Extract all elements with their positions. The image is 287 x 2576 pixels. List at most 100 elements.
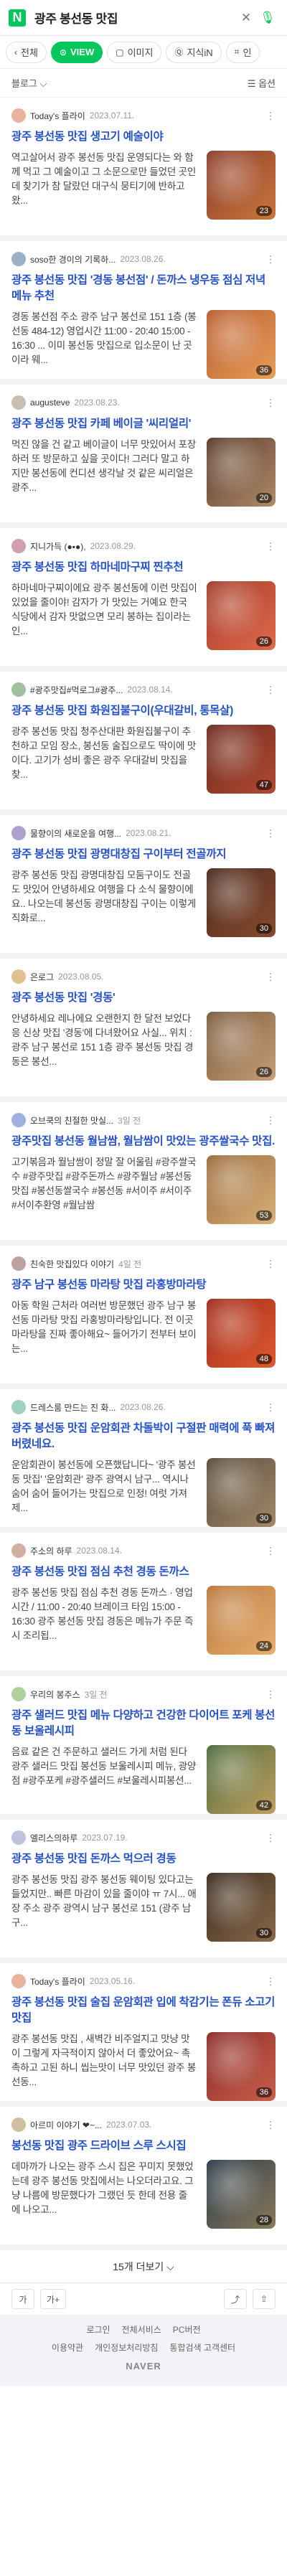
avatar[interactable] [11,1830,26,1845]
tab-1[interactable]: ⊙ VIEW [50,41,103,63]
search-input[interactable]: 광주 봉선동 맛집 [34,9,235,27]
more-options-icon[interactable]: ⋮ [265,827,276,840]
post-title[interactable]: 광주 봉선동 맛집 '경동' [11,990,276,1006]
post-thumbnail[interactable]: 20 [207,438,276,507]
avatar[interactable] [11,969,26,984]
clear-icon[interactable]: ✕ [235,7,257,29]
post-title[interactable]: 광주 봉선동 맛집 화원집불구이(우대갈비, 통목살) [11,703,276,719]
post-thumbnail[interactable]: 48 [207,1299,276,1368]
footer-link[interactable]: 통합검색 고객센터 [169,2341,235,2354]
post-author[interactable]: 엘리스의하루 [30,1832,77,1844]
more-options-icon[interactable]: ⋮ [265,1114,276,1127]
blog-post[interactable]: soso한 경이의 기록하... 2023.08.26. ⋮ 광주 봉선동 맛집 '경… [0,241,287,385]
tab-4[interactable]: ⌗ 인 [225,41,260,63]
font-small-button[interactable]: 가 [11,2289,34,2309]
post-thumbnail[interactable]: 26 [207,581,276,650]
blog-post[interactable]: augusteve 2023.08.23. ⋮ 광주 봉선동 맛집 카페 베이글 '씨… [0,385,287,528]
blog-post[interactable]: Today's 플라이 2023.05.16. ⋮ 광주 봉선동 맛집 술집 운암회관… [0,1963,287,2107]
more-options-icon[interactable]: ⋮ [265,1832,276,1844]
avatar[interactable] [11,2117,26,2132]
share-icon[interactable]: ⤴ [224,2289,247,2309]
post-title[interactable]: 광주 봉선동 맛집 하마네마구찌 찐추천 [11,560,276,575]
avatar[interactable] [11,1974,26,1988]
post-author[interactable]: Today's 플라이 [30,1975,85,1988]
blog-post[interactable]: 주소의 하루 2023.08.14. ⋮ 광주 봉선동 맛집 점심 추천 경동 돈까스… [0,1533,287,1676]
more-options-icon[interactable]: ⋮ [265,971,276,983]
blog-post[interactable]: 물향이의 새로운을 여행... 2023.08.21. ⋮ 광주 봉선동 맛집 광명대… [0,815,287,959]
post-author[interactable]: soso한 경이의 기록하... [30,253,116,265]
blog-post[interactable]: 엘리스의하루 2023.07.19. ⋮ 광주 봉선동 맛집 돈까스 먹으러 경동 광주… [0,1820,287,1963]
scroll-top-icon[interactable]: ⇧ [253,2289,276,2309]
post-title[interactable]: 광주 봉선동 맛집 운암회관 차돌박이 구절판 매력에 푹 빠져버렸네요. [11,1421,276,1452]
blog-post[interactable]: 우리의 봉주스 3일 전 ⋮ 광주 샐러드 맛집 메뉴 다양하고 건강한 다이어트 포… [0,1676,287,1820]
mic-icon[interactable]: 🎙 [257,7,278,29]
post-author[interactable]: 은로그 [30,971,54,983]
more-options-icon[interactable]: ⋮ [265,1401,276,1414]
avatar[interactable] [11,395,26,410]
post-author[interactable]: 친숙한 맛집있다 이야기 [30,1258,114,1270]
post-title[interactable]: 광주 봉선동 맛집 '경동 봉선점' / 돈까스 냉우동 점심 저녁 메뉴 추천 [11,273,276,304]
post-author[interactable]: 지니가득 (●▪●), [30,540,86,553]
post-thumbnail[interactable]: 36 [207,2032,276,2101]
more-options-icon[interactable]: ⋮ [265,684,276,696]
post-title[interactable]: 광주 봉선동 맛집 돈까스 먹으러 경동 [11,1851,276,1867]
post-author[interactable]: 우리의 봉주스 [30,1688,80,1701]
post-thumbnail[interactable]: 53 [207,1155,276,1224]
post-thumbnail[interactable]: 30 [207,868,276,937]
blog-post[interactable]: Today's 플라이 2023.07.11. ⋮ 광주 봉선동 맛집 생고기 예술이… [0,98,287,241]
avatar[interactable] [11,252,26,266]
post-title[interactable]: 봉선동 맛집 광주 드라이브 스루 스시집 [11,2138,276,2154]
avatar[interactable] [11,826,26,840]
more-options-icon[interactable]: ⋮ [265,1545,276,1557]
more-options-icon[interactable]: ⋮ [265,540,276,553]
more-options-icon[interactable]: ⋮ [265,1258,276,1270]
post-author[interactable]: 주소의 하루 [30,1545,72,1557]
more-options-icon[interactable]: ⋮ [265,397,276,409]
blog-post[interactable]: #광주맛집#먹로그#광주... 2023.08.14. ⋮ 광주 봉선동 맛집 화원집… [0,672,287,815]
footer-link[interactable]: 로그인 [86,2323,110,2336]
post-author[interactable]: 물향이의 새로운을 여행... [30,827,121,840]
footer-link[interactable]: 개인정보처리방침 [95,2341,158,2354]
post-thumbnail[interactable]: 24 [207,1586,276,1655]
post-title[interactable]: 광주 봉선동 맛집 카페 베이글 '씨리얼리' [11,416,276,432]
blog-post[interactable]: 아르미 이야기 ❤~... 2023.07.03. ⋮ 봉선동 맛집 광주 드라이브 … [0,2107,287,2250]
post-author[interactable]: Today's 플라이 [30,110,85,122]
post-thumbnail[interactable]: 30 [207,1458,276,1527]
post-author[interactable]: 드레스룸 만드는 진 화... [30,1401,116,1414]
avatar[interactable] [11,1400,26,1414]
font-large-button[interactable]: 가+ [40,2289,67,2309]
post-title[interactable]: 광주 봉선동 맛집 점심 추천 경동 돈까스 [11,1564,276,1580]
blog-post[interactable]: 은로그 2023.08.05. ⋮ 광주 봉선동 맛집 '경동' 안녕하세요 레나에요 … [0,959,287,1102]
blog-post[interactable]: 지니가득 (●▪●), 2023.08.29. ⋮ 광주 봉선동 맛집 하마네마구찌 … [0,528,287,672]
post-author[interactable]: augusteve [30,398,70,408]
footer-link[interactable]: 전체서비스 [122,2323,161,2336]
more-options-icon[interactable]: ⋮ [265,110,276,122]
tab-0[interactable]: ‹ 전체 [6,41,47,63]
more-options-icon[interactable]: ⋮ [265,2119,276,2131]
more-options-icon[interactable]: ⋮ [265,1688,276,1701]
post-thumbnail[interactable]: 23 [207,151,276,220]
avatar[interactable] [11,539,26,553]
blog-post[interactable]: 드레스룸 만드는 진 화... 2023.08.26. ⋮ 광주 봉선동 맛집 운암회… [0,1389,287,1533]
avatar[interactable] [11,1543,26,1558]
post-thumbnail[interactable]: 28 [207,2160,276,2229]
post-author[interactable]: 오브쿡의 친절한 맛실... [30,1114,113,1127]
more-options-icon[interactable]: ⋮ [265,1975,276,1988]
post-title[interactable]: 광주 봉선동 맛집 생고기 예술이야 [11,129,276,145]
avatar[interactable] [11,1256,26,1271]
more-results-button[interactable]: 15개 더보기 ⌵ [0,2250,287,2283]
post-title[interactable]: 광주 샐러드 맛집 메뉴 다양하고 건강한 다이어트 포케 봉선동 보울레시피 [11,1708,276,1739]
more-options-icon[interactable]: ⋮ [265,253,276,265]
post-title[interactable]: 광주 남구 봉선동 마라탕 맛집 라홍방마라탕 [11,1277,276,1293]
post-author[interactable]: #광주맛집#먹로그#광주... [30,684,123,696]
post-thumbnail[interactable]: 36 [207,310,276,379]
avatar[interactable] [11,1113,26,1127]
blog-post[interactable]: 친숙한 맛집있다 이야기 4일 전 ⋮ 광주 남구 봉선동 마라탕 맛집 라홍방마라탕… [0,1246,287,1389]
post-title[interactable]: 광주 봉선동 맛집 술집 운암회관 입에 착감기는 폰듀 소고기 맛집 [11,1995,276,2026]
post-title[interactable]: 광주맛집 봉선동 월남쌈, 월남쌈이 맛있는 광주쌀국수 맛집. [11,1134,276,1150]
avatar[interactable] [11,1687,26,1701]
tab-3[interactable]: Ⓠ 지식iN [166,41,222,63]
avatar[interactable] [11,682,26,697]
avatar[interactable] [11,108,26,123]
blog-filter-dropdown[interactable]: 블로그 ⌵ [11,76,47,90]
